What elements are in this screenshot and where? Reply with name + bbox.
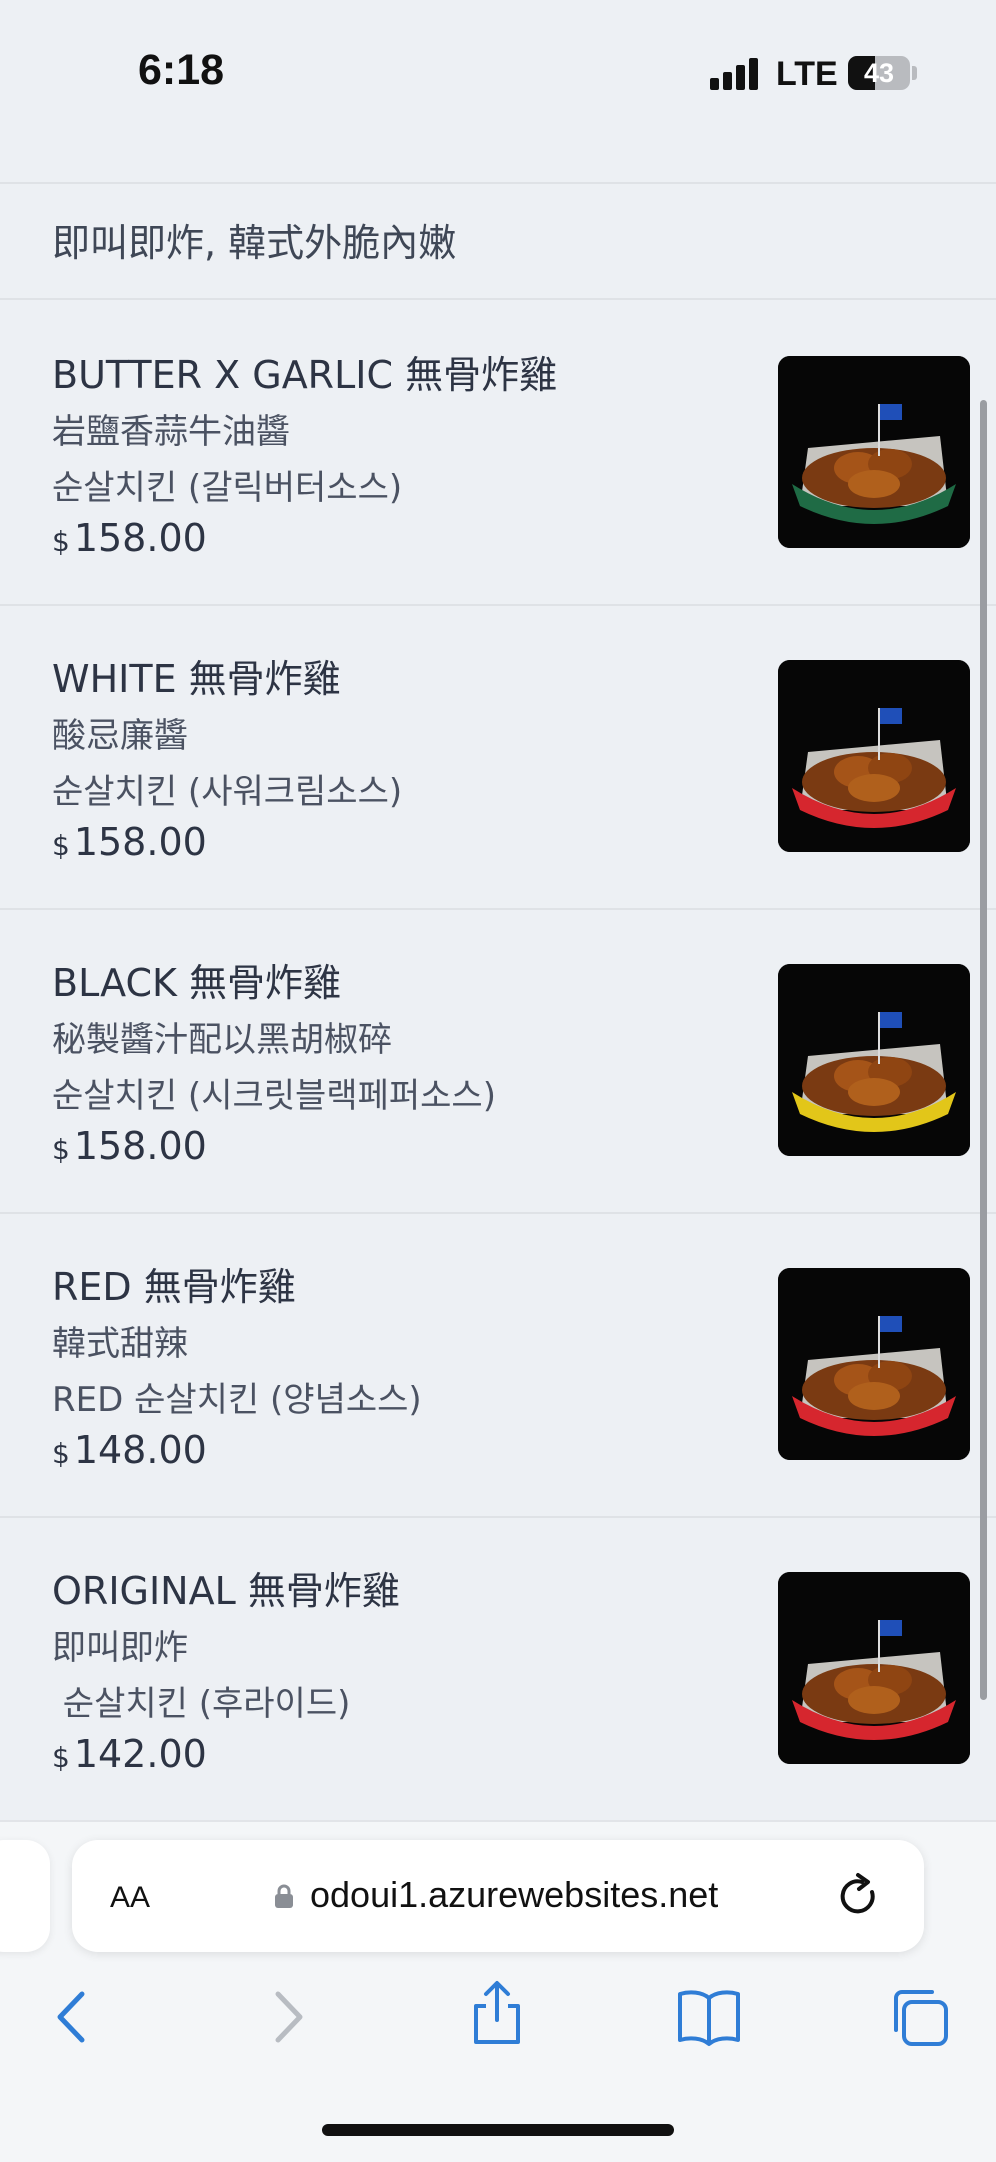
chicken-image[interactable] (778, 964, 970, 1156)
item-price: $158.00 (52, 516, 207, 560)
price-value: 158.00 (73, 1124, 207, 1168)
address-bar[interactable]: AA odoui1.azurewebsites.net (72, 1840, 924, 1952)
chicken-image[interactable] (778, 1268, 970, 1460)
url-text[interactable]: odoui1.azurewebsites.net (310, 1874, 718, 1916)
battery-icon: 43 (848, 56, 910, 90)
battery-nub (912, 66, 917, 80)
menu-item[interactable]: WHITE 無骨炸雞 酸忌廉醬 순살치킨 (사워크림소스) $158.00 (0, 606, 996, 908)
divider (0, 298, 996, 300)
item-korean-name: RED 순살치킨 (양념소스) (52, 1380, 422, 1420)
reload-icon[interactable] (832, 1870, 884, 1922)
currency-symbol: $ (52, 1133, 70, 1166)
battery-percent: 43 (863, 58, 895, 88)
divider (0, 182, 996, 184)
item-korean-name: 순살치킨 (갈릭버터소스) (52, 468, 403, 508)
menu-item[interactable]: BLACK 無骨炸雞 秘製醬汁配以黑胡椒碎 순살치킨 (시크릿블랙페퍼소스) $… (0, 910, 996, 1212)
item-name: BUTTER X GARLIC 無骨炸雞 (52, 353, 558, 397)
previous-tab-peek[interactable] (0, 1840, 50, 1952)
signal-icon (710, 58, 760, 90)
home-indicator[interactable] (322, 2124, 674, 2136)
restaurant-tagline: 即叫即炸, 韓式外脆內嫩 (52, 221, 457, 265)
menu-item[interactable]: ORIGINAL 無骨炸雞 即叫即炸 순살치킨 (후라이드) $142.00 (0, 1518, 996, 1820)
item-price: $158.00 (52, 820, 207, 864)
item-korean-name: 순살치킨 (후라이드) (52, 1684, 351, 1724)
menu-item[interactable]: RED 無骨炸雞 韓式甜辣 RED 순살치킨 (양념소스) $148.00 (0, 1214, 996, 1516)
network-label: LTE (776, 55, 838, 93)
tabs-icon[interactable] (884, 1982, 954, 2052)
item-description: 韓式甜辣 (52, 1324, 188, 1364)
price-value: 142.00 (73, 1732, 207, 1776)
item-name: ORIGINAL 無骨炸雞 (52, 1569, 400, 1613)
currency-symbol: $ (52, 525, 70, 558)
share-icon[interactable] (462, 1978, 532, 2048)
item-name: BLACK 無骨炸雞 (52, 961, 341, 1005)
price-value: 158.00 (73, 820, 207, 864)
lock-icon (275, 1884, 293, 1908)
chicken-image[interactable] (778, 660, 970, 852)
item-korean-name: 순살치킨 (시크릿블랙페퍼소스) (52, 1076, 496, 1116)
item-price: $148.00 (52, 1428, 207, 1472)
currency-symbol: $ (52, 1437, 70, 1470)
item-name: WHITE 無骨炸雞 (52, 657, 341, 701)
forward-icon[interactable] (252, 1982, 322, 2052)
item-description: 即叫即炸 (52, 1628, 188, 1668)
item-korean-name: 순살치킨 (사워크림소스) (52, 772, 403, 812)
menu-item[interactable]: BUTTER X GARLIC 無骨炸雞 岩鹽香蒜牛油醬 순살치킨 (갈릭버터소… (0, 302, 996, 604)
status-time: 6:18 (138, 46, 225, 94)
scrollbar[interactable] (980, 400, 987, 1700)
price-value: 158.00 (73, 516, 207, 560)
item-price: $142.00 (52, 1732, 207, 1776)
currency-symbol: $ (52, 1741, 70, 1774)
aa-label: AA (110, 1881, 151, 1914)
bookmarks-icon[interactable] (674, 1982, 744, 2052)
chicken-image[interactable] (778, 1572, 970, 1764)
item-name: RED 無骨炸雞 (52, 1265, 296, 1309)
item-price: $158.00 (52, 1124, 207, 1168)
currency-symbol: $ (52, 829, 70, 862)
chicken-image[interactable] (778, 356, 970, 548)
item-description: 岩鹽香蒜牛油醬 (52, 412, 290, 452)
back-icon[interactable] (38, 1982, 108, 2052)
price-value: 148.00 (73, 1428, 207, 1472)
text-size-button[interactable]: AA (110, 1872, 150, 1917)
item-description: 酸忌廉醬 (52, 716, 188, 756)
item-description: 秘製醬汁配以黑胡椒碎 (52, 1020, 392, 1060)
status-bar: 6:18 LTE 43 (0, 0, 996, 150)
